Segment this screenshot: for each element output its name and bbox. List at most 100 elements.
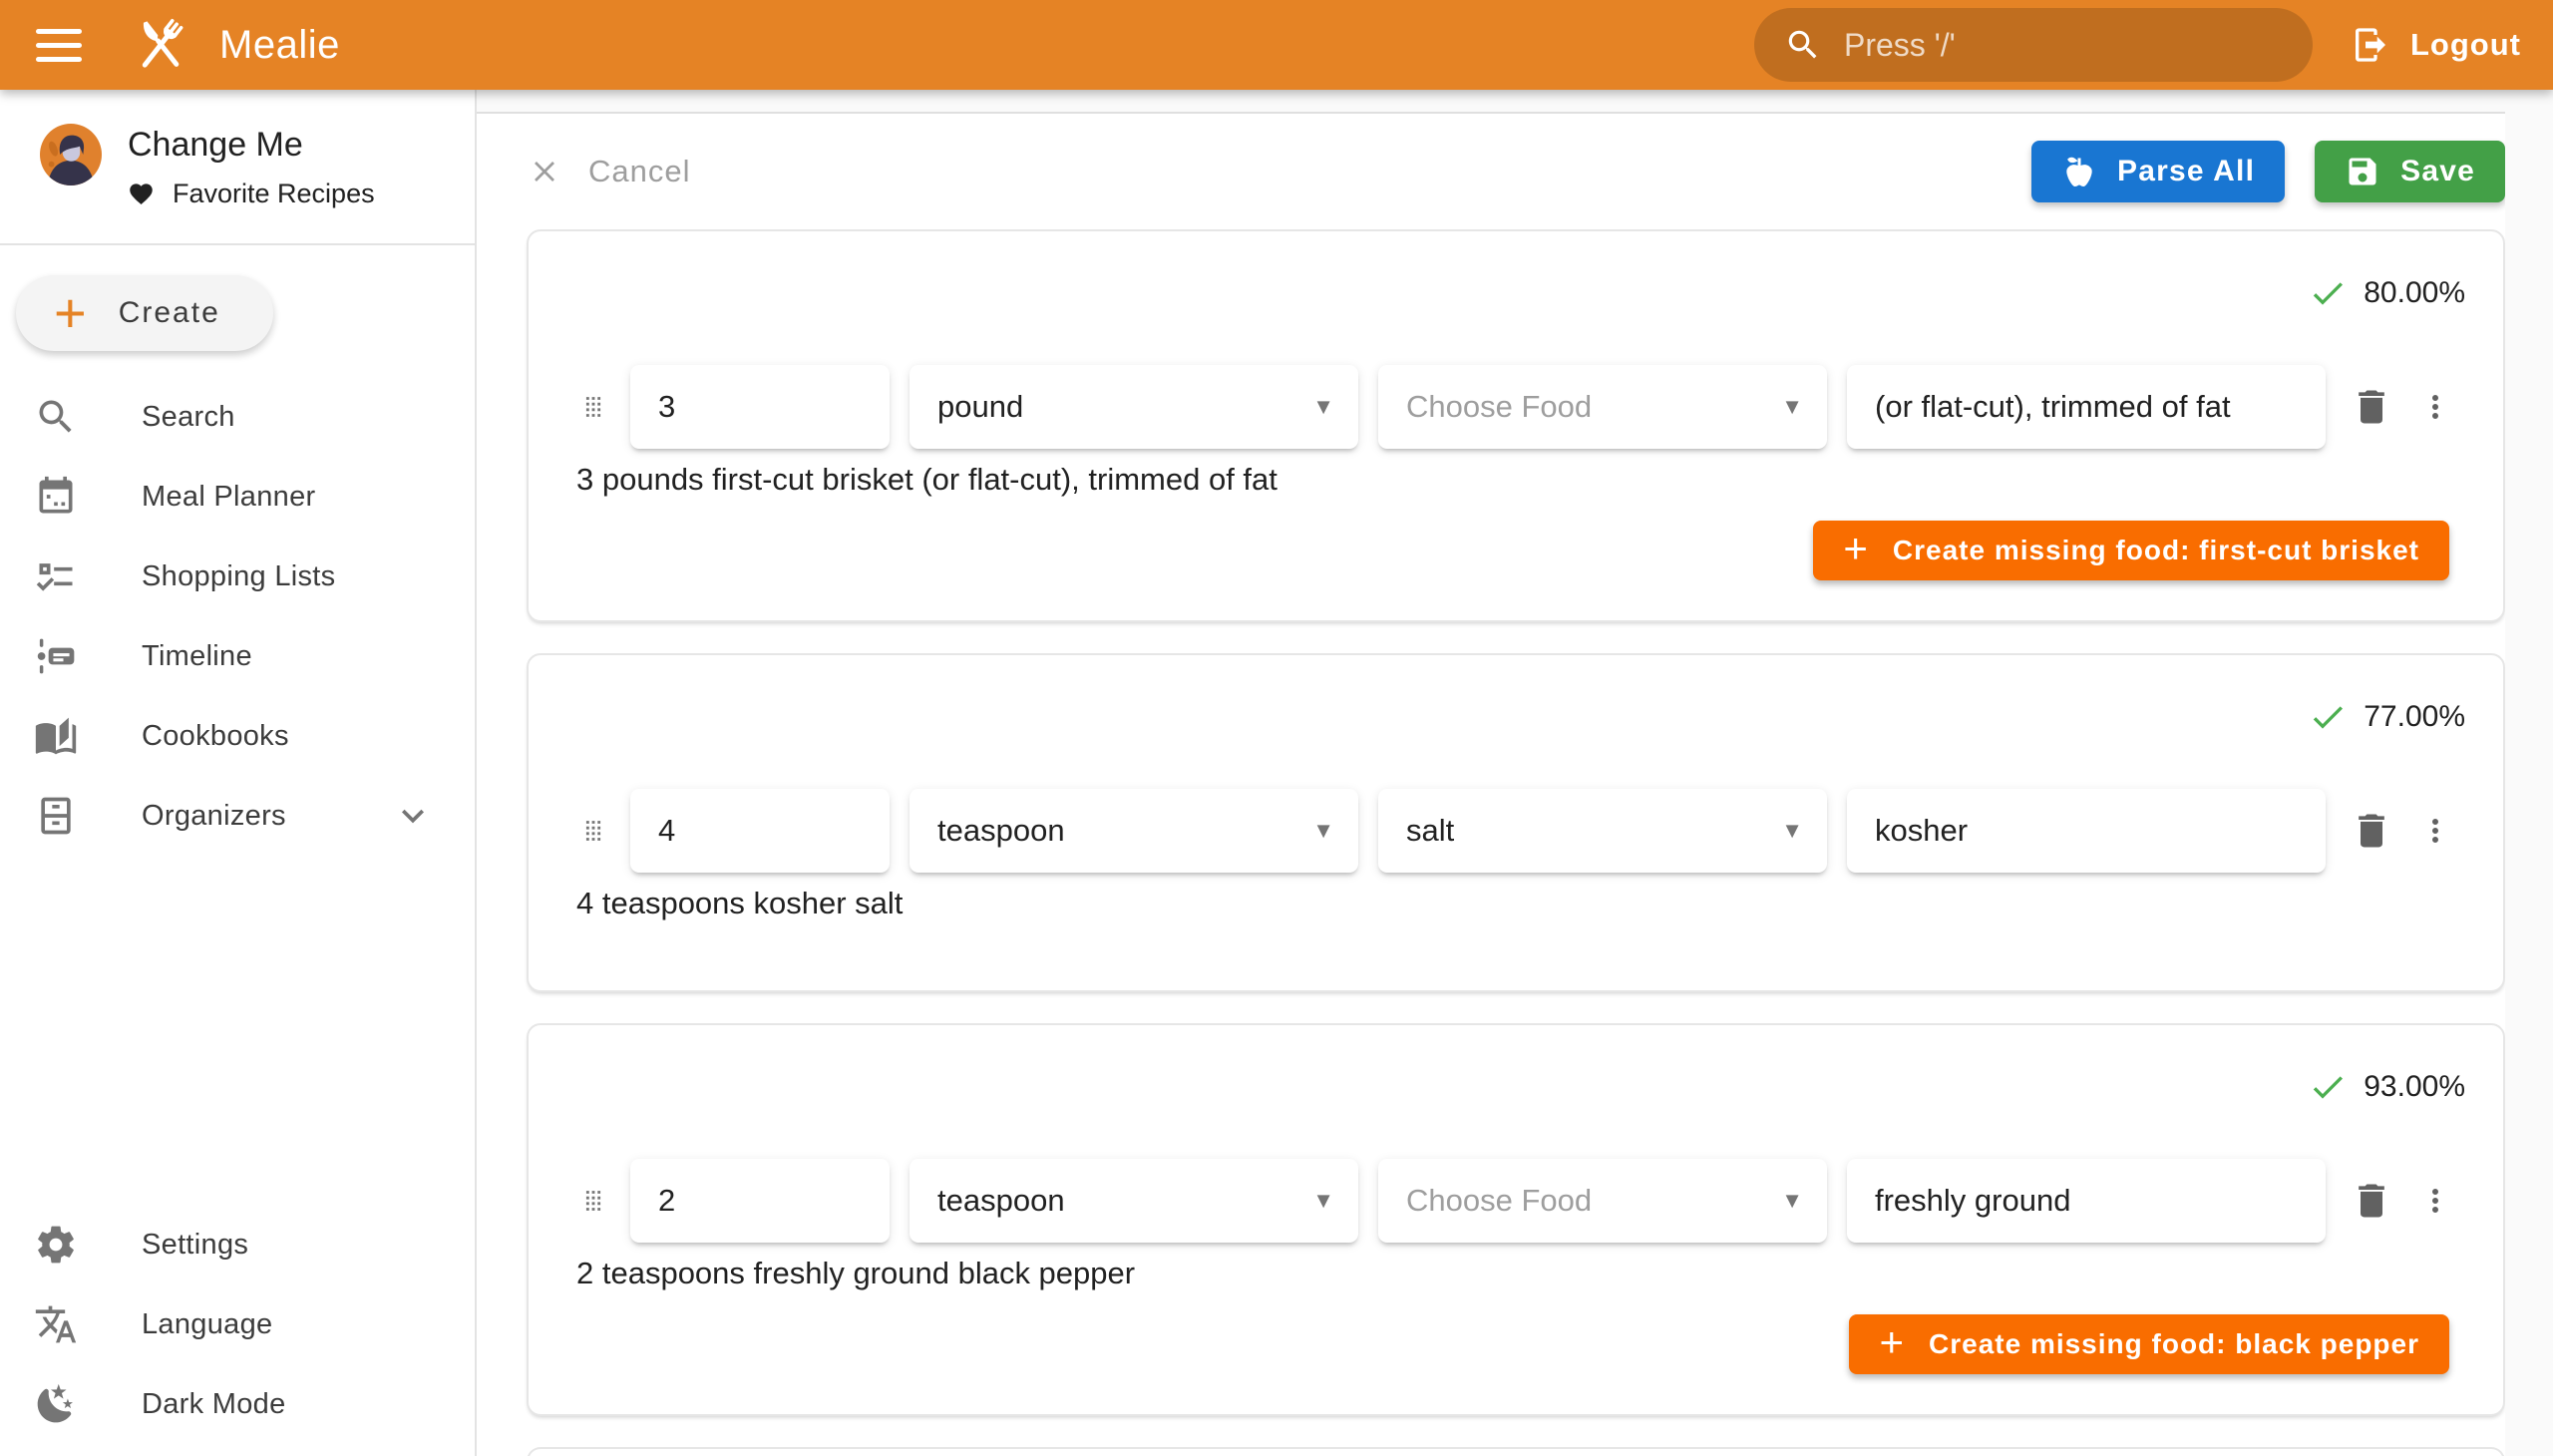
more-menu-button[interactable] (2417, 805, 2453, 857)
sidebar-spacer (0, 856, 475, 1205)
confidence-indicator: 77.00% (529, 697, 2465, 737)
kebab-icon (2417, 1179, 2453, 1223)
food-select[interactable]: ▼ (1378, 789, 1827, 873)
confidence-indicator: 80.00% (529, 273, 2465, 313)
plus-icon: + (1879, 1321, 1905, 1363)
calendar-icon (34, 475, 78, 519)
sidebar-item-search[interactable]: Search (0, 377, 475, 457)
app-root: Mealie Press '/' Logout (0, 0, 2553, 1456)
chevron-down-icon[interactable] (391, 794, 435, 838)
save-button[interactable]: Save (2315, 141, 2505, 202)
unit-input[interactable] (937, 1183, 1302, 1219)
food-input[interactable] (1406, 389, 1771, 425)
search-input[interactable]: Press '/' (1754, 8, 2313, 82)
check-icon (2308, 1067, 2348, 1107)
favorite-recipes-link[interactable]: Favorite Recipes (128, 179, 375, 209)
create-button[interactable]: + Create (16, 275, 273, 351)
sidebar-nav: Search Meal Planner Shopping Lists (0, 377, 475, 856)
menu-icon[interactable] (36, 29, 82, 62)
quantity-input[interactable] (658, 389, 866, 425)
logout-label: Logout (2410, 27, 2521, 63)
quantity-field (630, 789, 890, 873)
trash-icon (2350, 809, 2393, 853)
logout-icon (2351, 25, 2390, 65)
quantity-input[interactable] (658, 1183, 866, 1219)
sidebar-item-shopping-lists[interactable]: Shopping Lists (0, 537, 475, 616)
note-input[interactable] (1875, 813, 2302, 849)
drag-handle-icon[interactable] (576, 383, 610, 431)
quantity-field (630, 1159, 890, 1243)
sidebar-item-dark-mode[interactable]: Dark Mode (0, 1364, 475, 1444)
drag-handle-icon[interactable] (576, 807, 610, 855)
confidence-value: 80.00% (2364, 276, 2465, 310)
create-missing-food-label: Create missing food: black pepper (1929, 1328, 2419, 1360)
confidence-indicator: 93.00% (529, 1067, 2465, 1107)
unit-select[interactable]: ▼ (910, 365, 1358, 449)
unit-input[interactable] (937, 389, 1302, 425)
delete-button[interactable] (2346, 805, 2397, 857)
sidebar-item-organizers[interactable]: Organizers (0, 776, 475, 856)
delete-button[interactable] (2346, 381, 2397, 433)
search-placeholder: Press '/' (1844, 27, 1956, 64)
note-field (1847, 1159, 2326, 1243)
drag-handle-icon[interactable] (576, 1177, 610, 1225)
create-label: Create (119, 296, 220, 330)
note-input[interactable] (1875, 389, 2302, 425)
ingredient-card: 80.00% ▼ ▼ 3 pounds first-cut brisket (o (527, 229, 2505, 622)
sidebar-item-timeline[interactable]: Timeline (0, 616, 475, 696)
create-missing-food-label: Create missing food: first-cut brisket (1893, 535, 2419, 566)
food-input[interactable] (1406, 813, 1771, 849)
more-menu-button[interactable] (2417, 1175, 2453, 1227)
quantity-field (630, 365, 890, 449)
unit-select[interactable]: ▼ (910, 1159, 1358, 1243)
translate-icon (34, 1302, 78, 1346)
unit-select[interactable]: ▼ (910, 789, 1358, 873)
more-menu-button[interactable] (2417, 381, 2453, 433)
sidebar-item-cookbooks[interactable]: Cookbooks (0, 696, 475, 776)
sidebar-item-language[interactable]: Language (0, 1284, 475, 1364)
note-field (1847, 365, 2326, 449)
sidebar-item-meal-planner[interactable]: Meal Planner (0, 457, 475, 537)
save-label: Save (2400, 155, 2475, 188)
food-input[interactable] (1406, 1183, 1771, 1219)
check-icon (2308, 273, 2348, 313)
moon-stars-icon (34, 1382, 78, 1426)
create-missing-food-button[interactable]: + Create missing food: black pepper (1849, 1314, 2449, 1374)
parser-sheet: Cancel Parse All Save (477, 112, 2505, 1456)
cancel-button[interactable]: Cancel (527, 154, 691, 189)
close-icon (527, 154, 562, 189)
original-ingredient-text: 2 teaspoons freshly ground black pepper (529, 1253, 2503, 1294)
food-select[interactable]: ▼ (1378, 365, 1827, 449)
plus-icon: + (54, 288, 87, 338)
mealie-logo-icon (128, 12, 193, 78)
app-title[interactable]: Mealie (219, 23, 340, 68)
delete-button[interactable] (2346, 1175, 2397, 1227)
main-content: Cancel Parse All Save (477, 90, 2553, 1456)
sidebar-divider (0, 243, 475, 245)
original-ingredient-text: 4 teaspoons kosher salt (529, 883, 2503, 924)
parse-all-label: Parse All (2117, 155, 2255, 188)
ingredient-fields: ▼ ▼ (529, 365, 2503, 449)
original-ingredient-text: 3 pounds first-cut brisket (or flat-cut)… (529, 459, 2503, 501)
logout-button[interactable]: Logout (2351, 25, 2521, 65)
confidence-value: 77.00% (2364, 700, 2465, 734)
parse-all-button[interactable]: Parse All (2031, 141, 2285, 202)
toolbar-actions: Parse All Save (2031, 141, 2505, 202)
dropdown-caret-icon: ▼ (1312, 394, 1334, 420)
food-select[interactable]: ▼ (1378, 1159, 1827, 1243)
save-icon (2345, 154, 2380, 189)
user-profile[interactable]: Change Me Favorite Recipes (0, 90, 475, 243)
sidebar-bottom-nav: Settings Language Dark Mode (0, 1205, 475, 1444)
sidebar-item-settings[interactable]: Settings (0, 1205, 475, 1284)
note-field (1847, 789, 2326, 873)
kebab-icon (2417, 385, 2453, 429)
heart-icon (128, 181, 155, 207)
note-input[interactable] (1875, 1183, 2302, 1219)
shell: Change Me Favorite Recipes + Create (0, 90, 2553, 1456)
dropdown-caret-icon: ▼ (1781, 818, 1803, 844)
ingredient-card-partial (527, 1447, 2505, 1456)
unit-input[interactable] (937, 813, 1302, 849)
create-missing-food-button[interactable]: + Create missing food: first-cut brisket (1813, 521, 2449, 580)
quantity-input[interactable] (658, 813, 866, 849)
cancel-label: Cancel (588, 154, 691, 189)
